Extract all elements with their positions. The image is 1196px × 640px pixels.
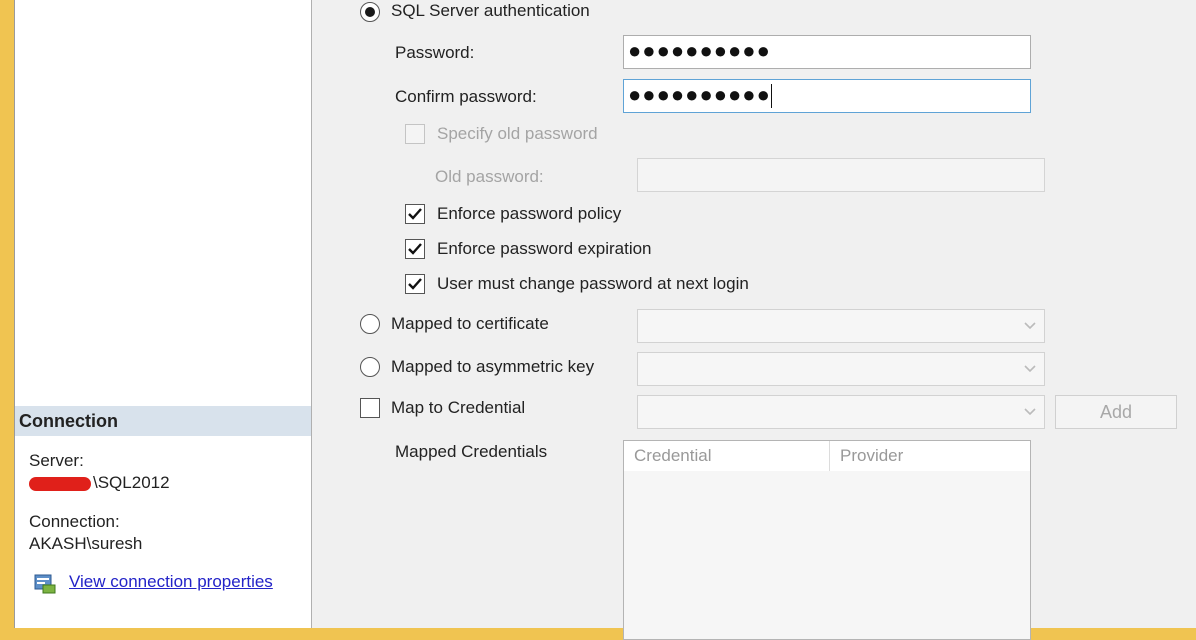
specify-old-password-checkbox[interactable]: [405, 124, 425, 144]
map-credential-checkbox[interactable]: [360, 398, 380, 418]
mapped-certificate-radio[interactable]: [360, 314, 380, 334]
server-label: Server:: [29, 451, 84, 470]
left-pane: Connection Server: \SQL2012 Connection: …: [15, 0, 312, 628]
must-change-label: User must change password at next login: [437, 274, 749, 293]
connection-header: Connection: [15, 406, 311, 436]
password-field[interactable]: ●●●●●●●●●●: [623, 35, 1031, 69]
text-caret: [770, 84, 772, 109]
sql-auth-radio[interactable]: [360, 2, 380, 22]
server-value: \SQL2012: [93, 473, 170, 492]
connection-label: Connection:: [29, 512, 120, 531]
mapped-certificate-label: Mapped to certificate: [391, 314, 549, 333]
enforce-policy-checkbox[interactable]: [405, 204, 425, 224]
login-properties-window: Connection Server: \SQL2012 Connection: …: [14, 0, 1196, 640]
old-password-label: Old password:: [435, 167, 544, 186]
view-connection-properties-link[interactable]: View connection properties: [69, 572, 273, 592]
checkmark-icon: [408, 208, 422, 220]
confirm-password-value: ●●●●●●●●●●: [628, 82, 771, 107]
old-password-field[interactable]: [637, 158, 1045, 192]
server-value-row: \SQL2012: [29, 473, 170, 493]
sql-auth-label: SQL Server authentication: [391, 1, 590, 20]
chevron-down-icon: [1024, 408, 1036, 416]
map-credential-label: Map to Credential: [391, 398, 526, 417]
mapped-credentials-label: Mapped Credentials: [395, 442, 548, 461]
mapped-asymmetric-label: Mapped to asymmetric key: [391, 357, 595, 376]
checkmark-icon: [408, 243, 422, 255]
specify-old-password-label: Specify old password: [437, 124, 598, 143]
enforce-policy-label: Enforce password policy: [437, 204, 622, 223]
confirm-password-label: Confirm password:: [395, 87, 537, 106]
redacted-mark: [29, 476, 91, 491]
connection-value: AKASH\suresh: [29, 534, 143, 553]
enforce-expiration-label: Enforce password expiration: [437, 239, 652, 258]
chevron-down-icon: [1024, 365, 1036, 373]
confirm-password-field[interactable]: ●●●●●●●●●●: [623, 79, 1031, 113]
mapped-asymmetric-radio[interactable]: [360, 357, 380, 377]
grid-header-provider[interactable]: Provider: [830, 441, 1030, 471]
add-button[interactable]: Add: [1055, 395, 1177, 429]
certificate-combo[interactable]: [637, 309, 1045, 343]
credential-combo[interactable]: [637, 395, 1045, 429]
checkmark-icon: [408, 278, 422, 290]
asymmetric-key-combo[interactable]: [637, 352, 1045, 386]
must-change-checkbox[interactable]: [405, 274, 425, 294]
properties-icon[interactable]: [33, 571, 57, 595]
enforce-expiration-checkbox[interactable]: [405, 239, 425, 259]
chevron-down-icon: [1024, 322, 1036, 330]
mapped-credentials-grid[interactable]: Credential Provider: [623, 440, 1031, 640]
password-label: Password:: [395, 43, 475, 62]
grid-header-credential[interactable]: Credential: [624, 441, 829, 471]
